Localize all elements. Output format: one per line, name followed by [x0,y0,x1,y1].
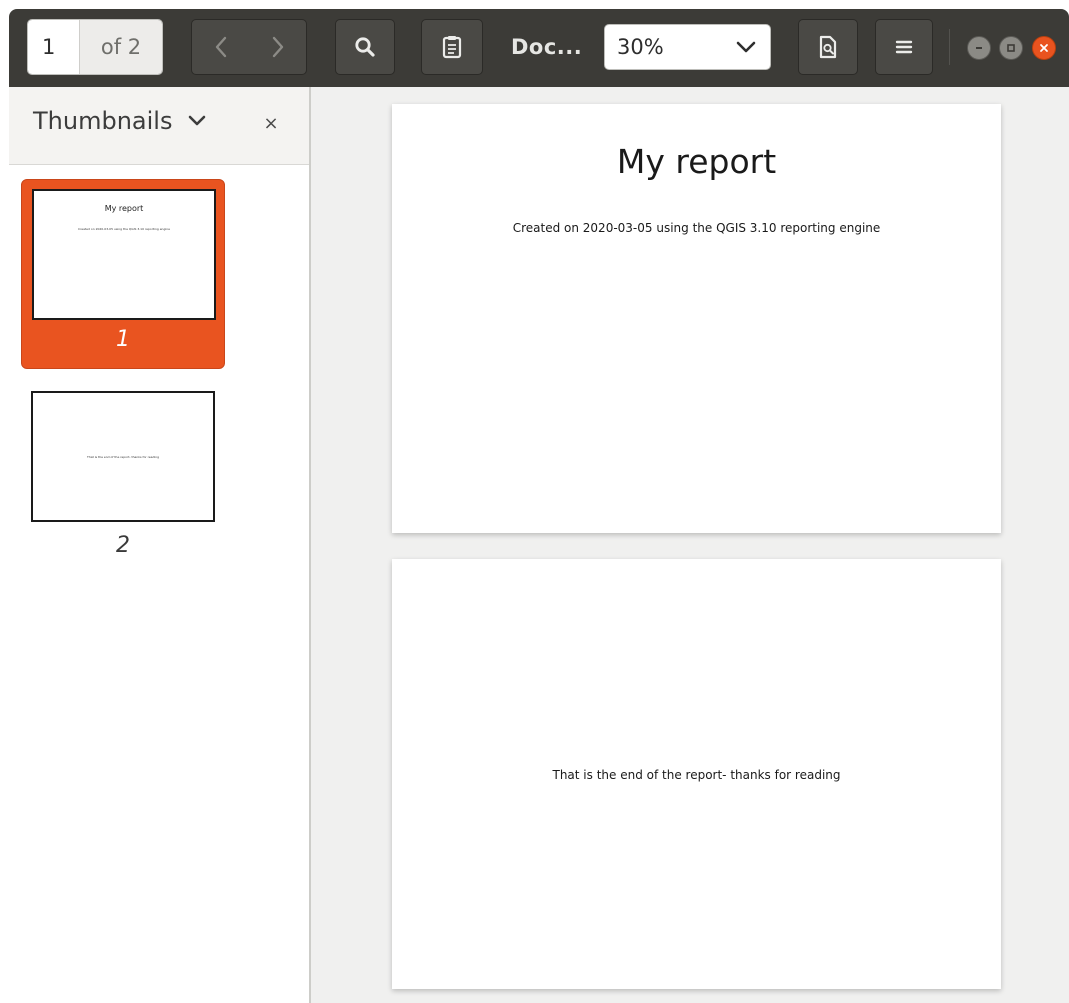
main-menu-button[interactable] [875,19,933,75]
previous-page-button[interactable] [192,20,249,74]
document-properties-button[interactable] [798,19,858,75]
minimize-window-button[interactable] [967,36,991,60]
zoom-value: 30% [617,35,664,59]
document-page-2: That is the end of the report- thanks fo… [392,559,1001,989]
next-page-button[interactable] [249,20,306,74]
thumbnail-body-text: That is the end of the report- thanks fo… [87,455,159,459]
sidebar-close-button[interactable]: × [259,113,283,134]
document-page-1: My report Created on 2020-03-05 using th… [392,104,1001,533]
page-count-label: of 2 [79,20,162,74]
annotations-button[interactable] [421,19,483,75]
report-subtitle: Created on 2020-03-05 using the QGIS 3.1… [512,221,881,235]
close-icon [1040,44,1048,52]
page-number-entry[interactable]: 1 of 2 [27,19,163,75]
current-page-input[interactable]: 1 [28,20,79,74]
minimize-icon [976,47,982,49]
chevron-left-icon [215,36,226,58]
report-closing-text: That is the end of the report- thanks fo… [552,768,841,782]
chevron-down-icon [736,41,756,53]
hamburger-menu-icon [895,40,913,54]
close-window-button[interactable] [1032,36,1056,60]
thumbnail-page-2[interactable]: That is the end of the report- thanks fo… [21,391,225,561]
document-icon [819,35,837,59]
thumbnail-page-1[interactable]: My report Created on 2020-03-05 using th… [21,179,225,369]
page-navigation-group [191,19,307,75]
header-separator [949,29,950,65]
search-icon [355,37,375,57]
zoom-select[interactable]: 30% [604,24,771,70]
search-button[interactable] [335,19,395,75]
sidebar-title: Thumbnails [33,107,173,135]
maximize-icon [1007,44,1015,52]
header-bar: 1 of 2 Doc... 30% [9,9,1069,87]
clipboard-icon [442,36,462,59]
thumbnail-page-number: 2 [116,533,130,558]
chevron-right-icon [272,36,283,58]
sidebar-header: Thumbnails × [9,87,309,165]
thumbnails-sidebar: Thumbnails × My report Created on 2020-0… [9,87,311,1003]
thumbnail-preview: That is the end of the report- thanks fo… [31,391,215,522]
report-title: My report [616,142,777,181]
chevron-down-icon [189,115,206,126]
thumbnail-page-number: 1 [116,327,130,352]
thumbnail-title-text: My report [104,204,144,213]
document-title: Doc... [511,35,583,59]
sidebar-mode-selector[interactable]: Thumbnails [33,107,206,135]
maximize-window-button[interactable] [999,36,1023,60]
thumbnail-preview: My report Created on 2020-03-05 using th… [32,189,216,320]
document-view[interactable]: My report Created on 2020-03-05 using th… [311,87,1069,1003]
thumbnail-subtitle-text: Created on 2020-03-05 using the QGIS 3.1… [78,227,170,231]
